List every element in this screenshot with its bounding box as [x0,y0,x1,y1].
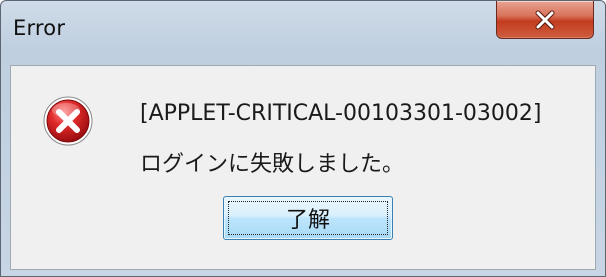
error-icon [43,96,93,146]
error-dialog-window: Error [APPLET-CRITICAL-00103301-03002] ロ… [0,0,606,277]
ok-button[interactable]: 了解 [223,196,393,240]
title-bar[interactable]: Error [1,1,605,57]
window-title: Error [13,16,66,40]
close-button[interactable] [496,1,594,39]
close-icon [535,10,555,29]
error-message-text: ログインに失敗しました。 [140,152,405,177]
dialog-body: [APPLET-CRITICAL-00103301-03002] ログインに失敗… [10,65,596,270]
error-code-text: [APPLET-CRITICAL-00103301-03002] [140,101,542,126]
ok-button-label: 了解 [285,208,330,233]
